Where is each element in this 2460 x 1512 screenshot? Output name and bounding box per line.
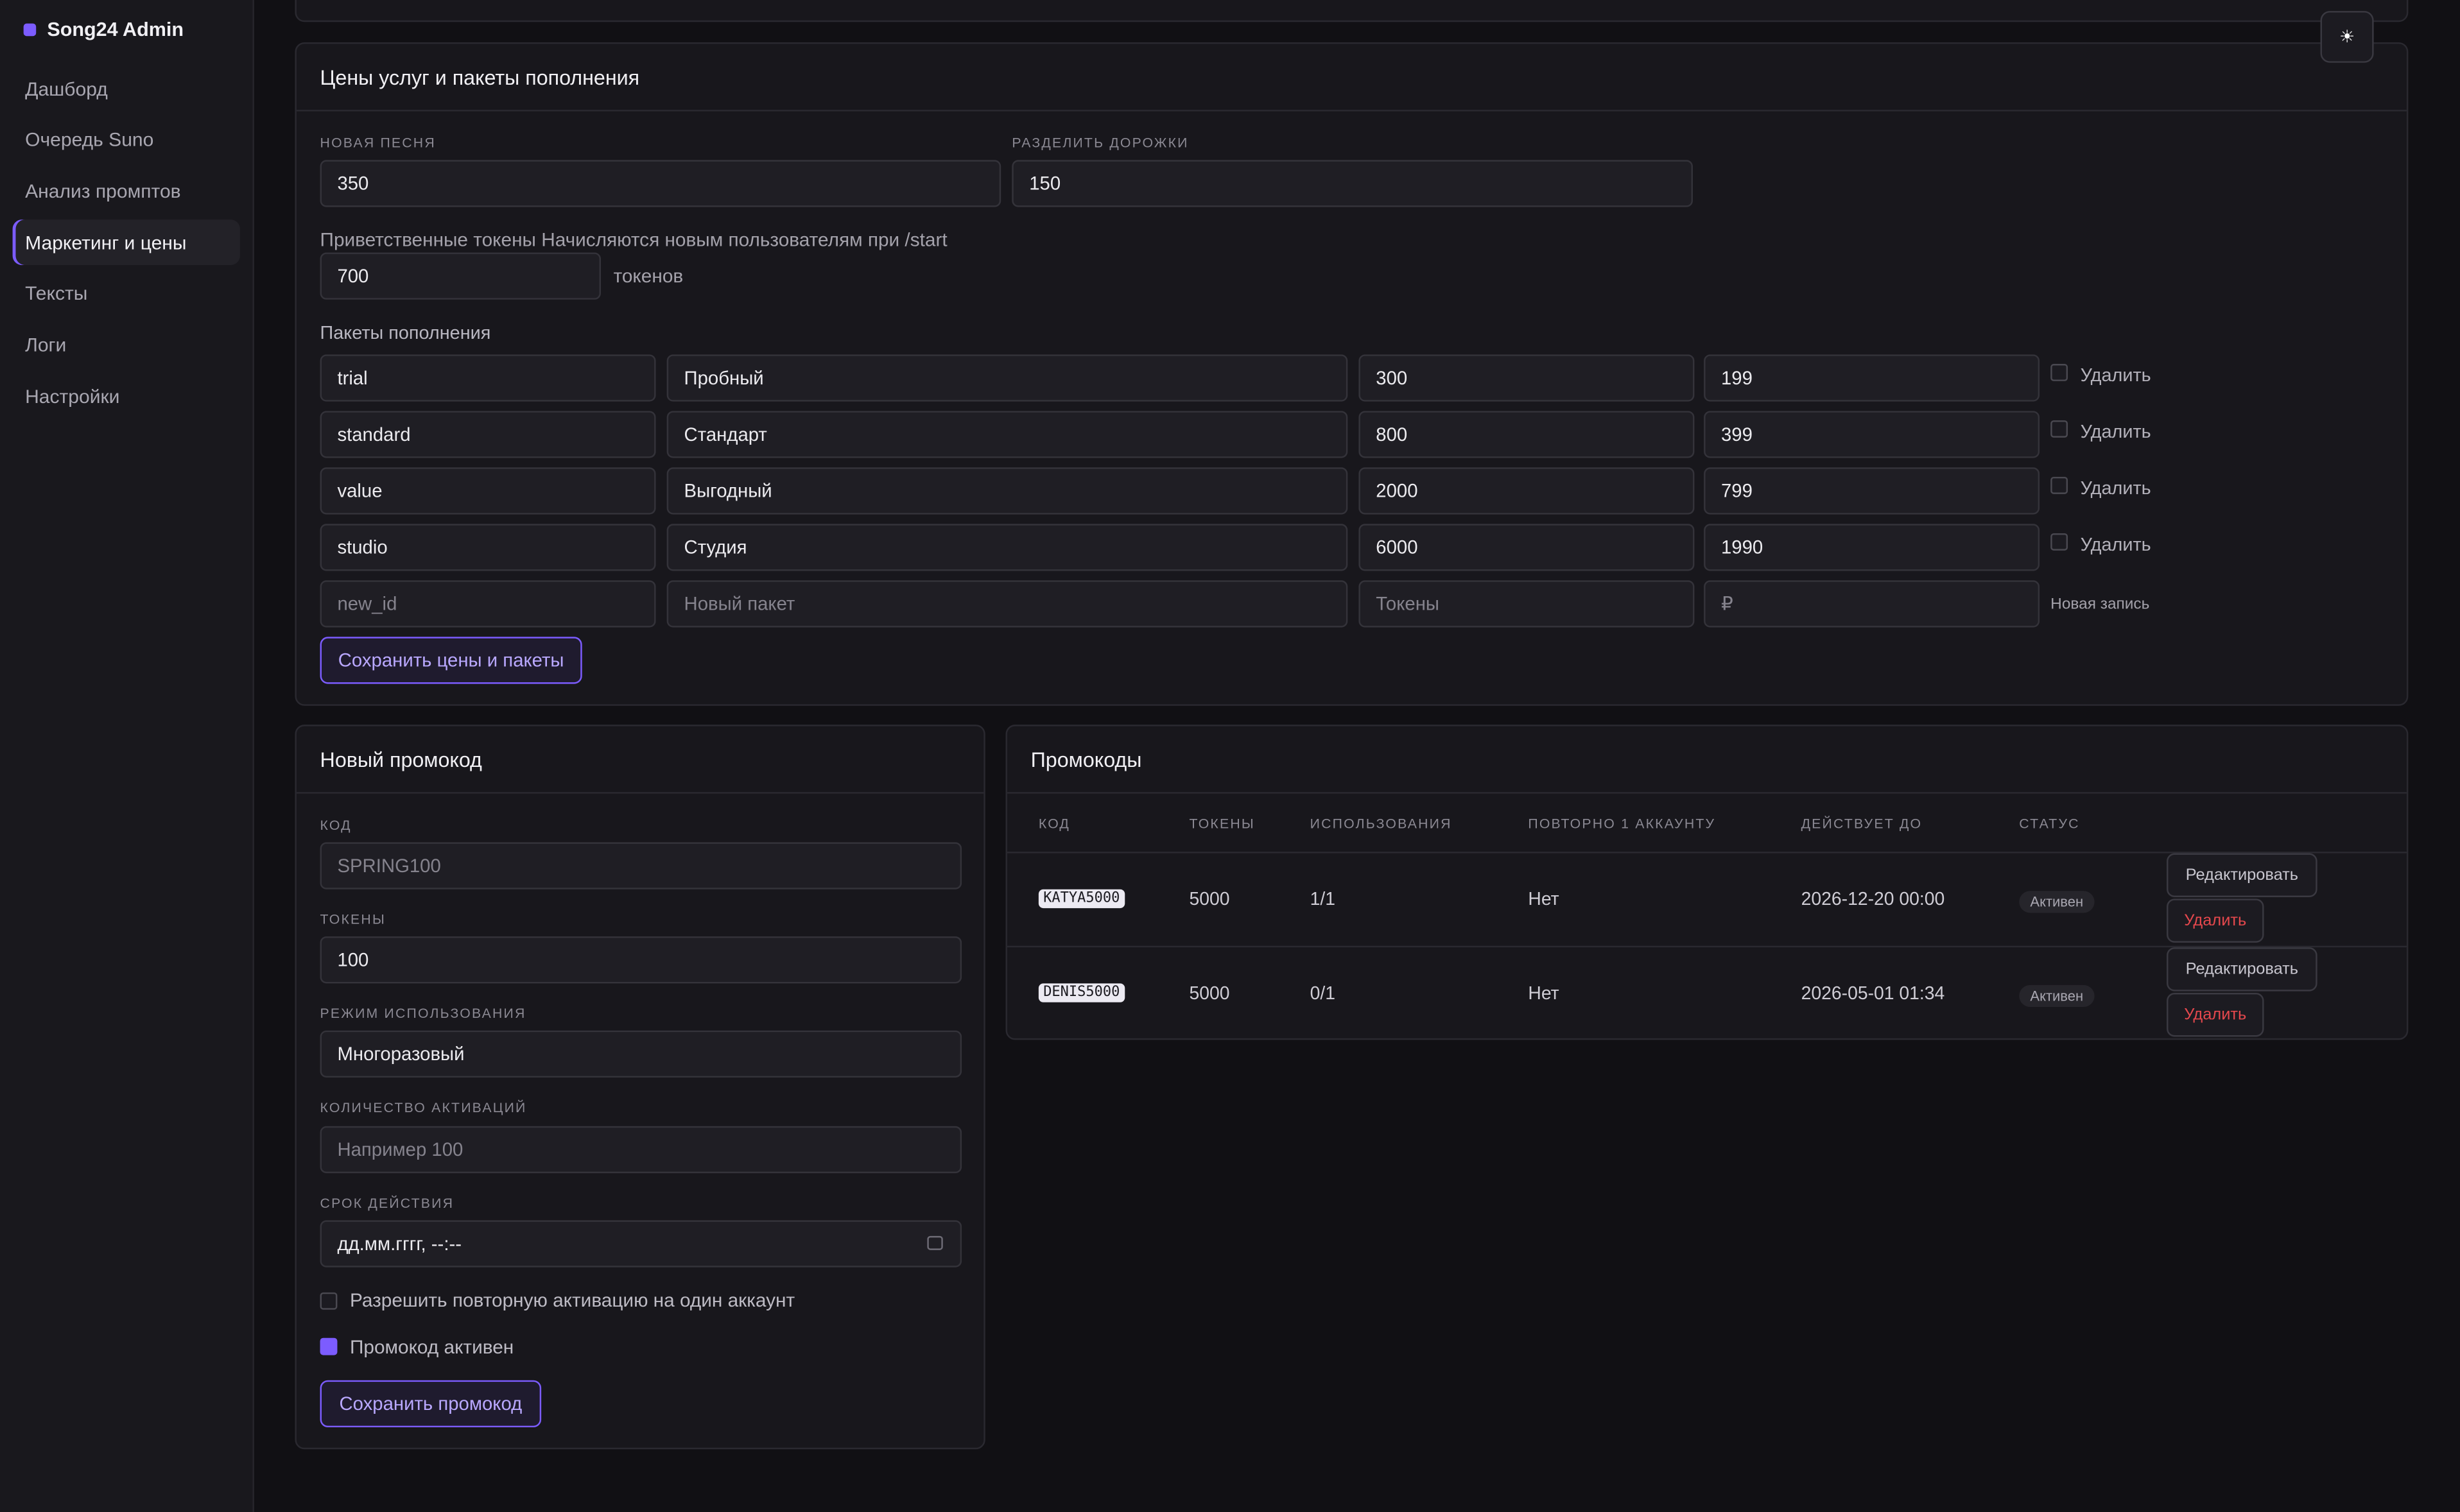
promo-tokens: 5000 <box>1189 889 1230 910</box>
package-id-input[interactable]: studio <box>320 524 656 571</box>
promos-title: Промокоды <box>1007 726 2407 794</box>
package-tokens-input[interactable]: 300 <box>1358 354 1695 402</box>
status-badge: Активен <box>2019 984 2095 1008</box>
edit-promo-button[interactable]: Редактировать <box>2167 947 2317 992</box>
promo-code-badge: DENIS5000 <box>1038 983 1125 1002</box>
promo-tokens: 5000 <box>1189 983 1230 1004</box>
promo-activations-label: Количество активаций <box>320 1099 527 1115</box>
brand-logo-icon <box>23 23 37 37</box>
welcome-tokens-unit: токенов <box>613 265 684 288</box>
promo-tokens-label: Токены <box>320 911 386 927</box>
package-delete-label: Удалить <box>2080 533 2151 556</box>
package-price-input[interactable]: 799 <box>1704 467 2040 515</box>
sidebar-nav: Дашборд Очередь Suno Анализ промптов Мар… <box>12 66 240 425</box>
promo-expiry-label: Срок действия <box>320 1195 455 1211</box>
promo-active-label: Промокод активен <box>349 1336 514 1359</box>
app-root: Song24 Admin Дашборд Очередь Suno Анализ… <box>0 0 2460 1512</box>
package-price-input[interactable]: 1990 <box>1704 524 2040 571</box>
edit-promo-button[interactable]: Редактировать <box>2167 853 2317 897</box>
package-id-input[interactable]: standard <box>320 411 656 458</box>
allow-repeat-checkbox[interactable] <box>320 1292 338 1310</box>
sun-icon: ☀ <box>2339 28 2355 47</box>
sidebar-item-marketing[interactable]: Маркетинг и цены <box>12 219 240 266</box>
package-delete-checkbox[interactable] <box>2050 364 2068 381</box>
promo-mode-select[interactable]: Многоразовый <box>320 1030 962 1078</box>
package-delete-checkbox[interactable] <box>2050 533 2068 551</box>
package-name-input[interactable]: Студия <box>666 524 1348 571</box>
promo-until: 2026-05-01 01:34 <box>1801 983 1945 1004</box>
delete-promo-button[interactable]: Удалить <box>2167 898 2264 943</box>
pricing-panel: Цены услуг и пакеты пополнения Новая пес… <box>295 42 2409 706</box>
column-header-repeat: Повторно 1 аккаунту <box>1528 815 1716 832</box>
sidebar-item-logs[interactable]: Логи <box>13 322 240 368</box>
package-tokens-input[interactable]: 2000 <box>1358 467 1695 515</box>
calendar-icon[interactable] <box>927 1235 943 1250</box>
promo-expiry-value: дд.мм.гггг, --:-- <box>337 1232 462 1255</box>
promo-expiry-input[interactable]: дд.мм.гггг, --:-- <box>320 1220 962 1267</box>
theme-toggle-button[interactable]: ☀ <box>2320 11 2374 63</box>
status-badge: Активен <box>2019 891 2095 913</box>
column-header-until: Действует до <box>1801 815 1923 832</box>
new-package-price-input[interactable]: ₽ <box>1704 580 2040 628</box>
promo-activations-input[interactable]: Например 100 <box>320 1126 962 1174</box>
new-package-id-input[interactable]: new_id <box>320 580 656 628</box>
package-tokens-input[interactable]: 6000 <box>1358 524 1695 571</box>
promo-until: 2026-12-20 00:00 <box>1801 889 1945 910</box>
delete-promo-button[interactable]: Удалить <box>2167 993 2264 1037</box>
package-delete-label: Удалить <box>2080 476 2151 499</box>
sidebar-item-dashboard[interactable]: Дашборд <box>13 66 240 112</box>
promo-code-input[interactable]: SPRING100 <box>320 842 962 889</box>
new-package-tokens-input[interactable]: Токены <box>1358 580 1695 628</box>
column-header-status: Статус <box>2019 815 2080 832</box>
sidebar-item-settings[interactable]: Настройки <box>13 374 240 419</box>
package-price-input[interactable]: 199 <box>1704 354 2040 402</box>
welcome-tokens-label: Приветственные токены Начисляются новым … <box>320 228 948 252</box>
promo-active-checkbox[interactable] <box>320 1337 338 1355</box>
promo-repeat: Нет <box>1528 983 1559 1004</box>
package-name-input[interactable]: Стандарт <box>666 411 1348 458</box>
app-title: Song24 Admin <box>47 19 184 41</box>
save-promo-button[interactable]: Сохранить промокод <box>320 1380 542 1428</box>
allow-repeat-label: Разрешить повторную активацию на один ак… <box>349 1289 795 1312</box>
pricing-title: Цены услуг и пакеты пополнения <box>296 44 2407 112</box>
package-id-input[interactable]: trial <box>320 354 656 402</box>
package-id-input[interactable]: value <box>320 467 656 515</box>
welcome-tokens-input[interactable]: 700 <box>320 252 602 300</box>
promo-mode-label: Режим использования <box>320 1005 526 1022</box>
save-prices-button[interactable]: Сохранить цены и пакеты <box>320 637 582 684</box>
package-delete-checkbox[interactable] <box>2050 420 2068 438</box>
new-package-name-input[interactable]: Новый пакет <box>666 580 1348 628</box>
column-header-uses: Использования <box>1310 815 1452 832</box>
previous-panel <box>295 0 2409 22</box>
promo-tokens-input[interactable]: 100 <box>320 936 962 984</box>
promo-uses: 0/1 <box>1310 983 1336 1004</box>
sidebar-item-texts[interactable]: Тексты <box>13 271 240 316</box>
sidebar-item-suno-queue[interactable]: Очередь Suno <box>13 117 240 163</box>
promo-uses: 1/1 <box>1310 889 1336 910</box>
packages-title: Пакеты пополнения <box>320 322 491 344</box>
new-record-note: Новая запись <box>2050 596 2150 614</box>
sidebar-item-prompt-analysis[interactable]: Анализ промптов <box>13 168 240 214</box>
promo-code-badge: KATYA5000 <box>1038 889 1125 909</box>
brand[interactable]: Song24 Admin <box>23 19 184 41</box>
package-delete-label: Удалить <box>2080 364 2151 386</box>
new-promo-panel: Новый промокод Код SPRING100 Токены 100 … <box>295 725 985 1450</box>
package-price-input[interactable]: 399 <box>1704 411 2040 458</box>
new-song-label: Новая песня <box>320 135 436 151</box>
promo-repeat: Нет <box>1528 889 1559 910</box>
split-tracks-price-input[interactable]: 150 <box>1012 160 1693 207</box>
promo-code-label: Код <box>320 817 352 833</box>
column-header-code: Код <box>1038 815 1071 832</box>
new-song-price-input[interactable]: 350 <box>320 160 1001 207</box>
column-header-tokens: Токены <box>1189 815 1255 832</box>
promos-panel: Промокоды Код Токены Использования Повто… <box>1005 725 2409 1040</box>
new-promo-title: Новый промокод <box>296 726 984 794</box>
package-delete-checkbox[interactable] <box>2050 476 2068 494</box>
package-tokens-input[interactable]: 800 <box>1358 411 1695 458</box>
package-delete-label: Удалить <box>2080 420 2151 443</box>
package-name-input[interactable]: Выгодный <box>666 467 1348 515</box>
package-name-input[interactable]: Пробный <box>666 354 1348 402</box>
split-tracks-label: Разделить дорожки <box>1012 135 1189 151</box>
sidebar: Song24 Admin Дашборд Очередь Suno Анализ… <box>0 0 254 1512</box>
